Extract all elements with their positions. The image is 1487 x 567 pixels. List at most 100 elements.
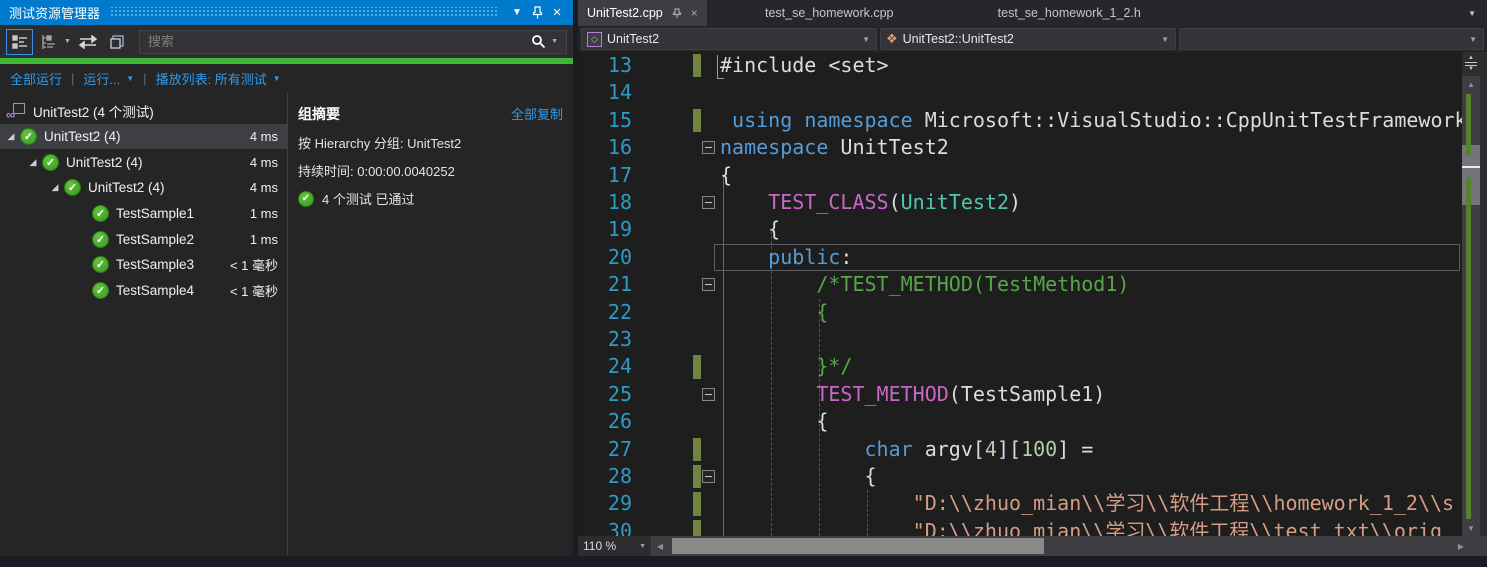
test-duration: 4 ms [249,180,278,196]
empty-dropdown[interactable]: ▼ [1179,28,1484,50]
project-scope-dropdown[interactable]: ◇ UnitTest2 ▼ [581,28,877,50]
code-line[interactable]: 26 { [578,408,1462,435]
summary-passed-row: ✓ 4 个测试 已通过 [298,189,563,208]
change-tracking-bar [693,519,701,536]
scroll-up-icon[interactable]: ▲ [1462,76,1480,93]
search-box[interactable]: ▼ [138,29,567,54]
test-duration: < 1 毫秒 [229,284,278,300]
vertical-scroll-track[interactable] [1462,93,1480,520]
separator: | [143,70,147,86]
window-position-menu-icon[interactable]: ▼ [507,3,527,22]
fold-collapse-icon[interactable] [702,387,715,401]
horizontal-scroll-thumb[interactable] [672,538,1044,554]
code-editor[interactable]: 13 #include <set> 14 15 using namespace Mic… [578,52,1462,536]
tab-pin-icon[interactable] [672,7,682,19]
code-text: { [720,464,877,488]
fold-collapse-icon[interactable] [702,141,715,155]
member-dropdown-caret-icon: ▼ [1161,34,1169,44]
scope-dropdown-value: UnitTest2 [607,32,660,46]
line-number: 19 [607,217,632,242]
tree-item-label: UnitTest2 (4) [88,180,165,196]
code-line[interactable]: 16 namespace UnitTest2 [578,134,1462,161]
change-tracking-bar [693,108,701,133]
layered-windows-icon[interactable] [104,29,131,55]
scroll-down-icon[interactable]: ▼ [1462,520,1480,537]
scroll-right-icon[interactable]: ▶ [1453,536,1469,556]
method-icon: ❖ [886,31,898,46]
cpp-project-icon: ◇ [587,31,602,47]
code-line[interactable]: 28 { [578,463,1462,490]
test-tree-root-row[interactable]: ∞ UnitTest2 (4 个测试) [0,98,287,124]
code-line[interactable]: 18 TEST_CLASS(UnitTest2) [578,189,1462,216]
editor-splitter-handle[interactable]: ▲ ▼ [1462,52,1480,76]
test-passed-icon: ✓ [42,153,59,171]
code-line[interactable]: 23 [578,326,1462,353]
copy-all-link[interactable]: 全部复制 [511,104,563,123]
group-by-caret-icon[interactable]: ▼ [64,38,71,45]
code-line[interactable]: 13 #include <set> [578,52,1462,79]
test-tree-row[interactable]: ✓ TestSample3 < 1 毫秒 [0,252,287,278]
active-files-dropdown-icon[interactable]: ▼ [1468,9,1476,18]
editor-tab[interactable]: test_se_homework_1_2.h [952,0,1187,26]
code-line[interactable]: 14 [578,79,1462,106]
search-icon[interactable] [531,34,546,49]
vertical-scrollbar[interactable]: ▲ ▼ ▲ ▼ [1462,52,1480,536]
code-line[interactable]: 30 "D:\\zhuo_mian\\学习\\软件工程\\test_txt\\o… [578,518,1462,536]
test-passed-icon: ✓ [92,282,109,300]
expander-icon[interactable]: ◢ [46,182,64,193]
editor-tab[interactable]: UnitTest2.cpp × [578,0,707,26]
tree-item-label: TestSample3 [116,257,195,273]
code-line[interactable]: 27 char argv[4][100] = [578,436,1462,463]
run-after-build-icon[interactable] [75,29,102,55]
code-line[interactable]: 22 { [578,299,1462,326]
horizontal-scroll-track[interactable] [668,536,1453,556]
scrollbar-corner [1469,536,1487,556]
tab-close-icon[interactable]: × [691,6,698,20]
test-tree-row[interactable]: ◢ ✓ UnitTest2 (4) 4 ms [0,175,287,201]
fold-collapse-icon[interactable] [702,196,715,209]
tree-item-label: UnitTest2 (4) [44,129,121,145]
horizontal-scrollbar-row: 110 % ▼ ◀ ▶ [578,536,1487,556]
code-line[interactable]: 29 "D:\\zhuo_mian\\学习\\软件工程\\homework_1_… [578,490,1462,517]
test-tree-row[interactable]: ✓ TestSample4 < 1 毫秒 [0,278,287,304]
search-input[interactable] [147,34,532,49]
test-tree-row[interactable]: ✓ TestSample2 1 ms [0,226,287,252]
change-overview-mark [1466,94,1471,156]
code-line[interactable]: 25 TEST_METHOD(TestSample1) [578,381,1462,408]
pin-icon[interactable] [527,3,547,22]
editor-zoom-control[interactable]: 110 % ▼ [578,536,652,556]
test-explorer-content: ∞ UnitTest2 (4 个测试) ◢ ✓ UnitTest2 (4) 4 ms ◢ ✓ U… [0,92,573,556]
code-line[interactable]: 19 { [578,216,1462,243]
group-by-tree-icon[interactable] [6,28,33,55]
search-options-caret-icon[interactable]: ▼ [551,38,558,45]
code-line[interactable]: 17 { [578,162,1462,189]
run-all-link[interactable]: 全部运行 [10,69,62,88]
close-icon[interactable]: × [547,3,567,22]
expander-icon[interactable]: ◢ [2,131,20,142]
test-tree-row[interactable]: ✓ TestSample1 1 ms [0,201,287,227]
tab-label: UnitTest2.cpp [587,6,663,20]
line-number: 13 [607,53,632,77]
group-by-hierarchy-icon[interactable] [35,29,62,55]
playlist-caret-icon[interactable]: ▼ [273,74,281,83]
code-line[interactable]: 24 }*/ [578,353,1462,380]
code-line[interactable]: 15 using namespace Microsoft::VisualStud… [578,107,1462,134]
test-tree-row[interactable]: ◢ ✓ UnitTest2 (4) 4 ms [0,123,287,150]
toolwindow-titlebar[interactable]: 测试资源管理器 ▼ × [0,0,573,25]
vertical-scroll-thumb[interactable] [1462,145,1480,205]
scroll-left-icon[interactable]: ◀ [652,536,668,556]
playlist-link[interactable]: 播放列表: 所有测试 [156,69,267,88]
test-passed-icon: ✓ [92,256,109,274]
code-line[interactable]: 20 public: [578,244,1462,271]
test-tree-row[interactable]: ◢ ✓ UnitTest2 (4) 4 ms [0,149,287,175]
code-line[interactable]: 21 /*TEST_METHOD(TestMethod1) [578,271,1462,298]
visual-studio-window: 测试资源管理器 ▼ × ▼ 搜索 ▼ 全部运行 | 运行... ▼ | 播放列表… [0,0,1487,567]
fold-collapse-icon[interactable] [702,278,715,292]
expander-icon[interactable]: ◢ [24,157,42,168]
member-dropdown[interactable]: ❖ UnitTest2::UnitTest2 ▼ [880,28,1176,50]
run-menu-caret-icon[interactable]: ▼ [126,74,134,83]
code-text: public: [768,244,853,269]
fold-collapse-icon[interactable] [702,470,715,483]
editor-tab[interactable]: test_se_homework.cpp [707,0,952,26]
run-menu-link[interactable]: 运行... [83,69,120,88]
